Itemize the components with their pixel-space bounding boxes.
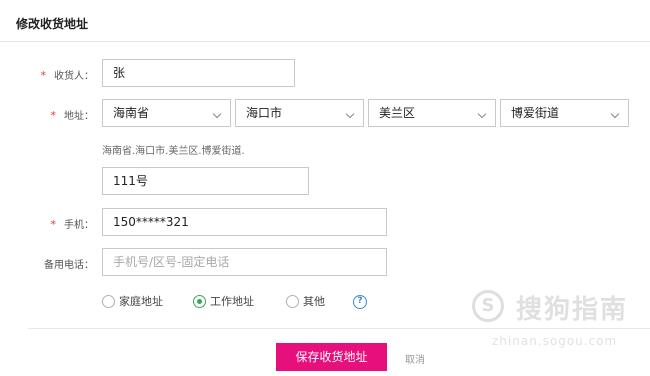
help-icon[interactable]: ?	[353, 295, 367, 309]
recipient-label: * 收货人：	[41, 67, 95, 82]
district-value: 美兰区	[379, 106, 416, 120]
radio-circle	[193, 294, 206, 308]
save-address-button[interactable]: 保存收货地址	[276, 343, 387, 371]
province-select[interactable]: 海南省	[102, 99, 231, 127]
region-label-text: 地址：	[64, 111, 94, 122]
city-value: 海口市	[246, 106, 283, 120]
region-summary: 海南省.海口市.美兰区.博爱街道.	[102, 146, 245, 157]
region-row: * 地址： 海南省 海口市 美兰区 博爱街道	[0, 99, 650, 127]
phone-label: * 手机：	[51, 216, 95, 231]
header-bar: 修改收货地址	[0, 0, 650, 42]
sogou-logo-icon: S	[472, 290, 504, 322]
province-value: 海南省	[113, 106, 150, 120]
page-title: 修改收货地址	[16, 17, 89, 31]
cancel-link[interactable]: 取消	[405, 351, 425, 366]
watermark-brand: 搜狗指南	[516, 295, 629, 325]
district-select[interactable]: 美兰区	[368, 99, 496, 127]
phone-row: * 手机： 150*****321	[0, 208, 650, 236]
phone-input[interactable]: 150*****321	[102, 208, 387, 236]
street-select[interactable]: 博爱街道	[500, 99, 629, 127]
radio-home[interactable]: 家庭地址	[102, 294, 163, 312]
watermark-url: zhinan.sogou.com	[492, 334, 618, 348]
radio-work[interactable]: 工作地址	[193, 294, 254, 312]
recipient-row: * 收货人： 张	[0, 59, 650, 87]
watermark: S 搜狗指南 zhinan.sogou.com	[472, 286, 642, 356]
chevron-down-icon	[212, 109, 222, 119]
radio-other-label: 其他	[303, 295, 325, 308]
required-mark: *	[50, 218, 57, 231]
region-label: * 地址：	[51, 107, 95, 122]
radio-circle	[102, 294, 115, 308]
street-value: 博爱街道	[511, 106, 560, 120]
city-select[interactable]: 海口市	[235, 99, 364, 127]
recipient-label-text: 收货人：	[54, 71, 94, 82]
chevron-down-icon	[477, 109, 487, 119]
required-mark: *	[40, 69, 47, 82]
detail-address-input[interactable]: 111号	[102, 167, 309, 195]
radio-home-label: 家庭地址	[119, 295, 163, 308]
phone-label-text: 手机：	[64, 220, 94, 231]
radio-circle	[286, 294, 299, 308]
chevron-down-icon	[345, 109, 355, 119]
radio-work-label: 工作地址	[210, 295, 254, 308]
chevron-down-icon	[610, 109, 620, 119]
backup-phone-input[interactable]: 手机号/区号-固定电话	[102, 248, 387, 276]
backup-phone-label: 备用电话：	[44, 260, 94, 271]
backup-phone-row: 备用电话： 手机号/区号-固定电话	[0, 248, 650, 276]
radio-other[interactable]: 其他	[286, 294, 325, 312]
recipient-input[interactable]: 张	[102, 59, 295, 87]
required-mark: *	[50, 109, 57, 122]
